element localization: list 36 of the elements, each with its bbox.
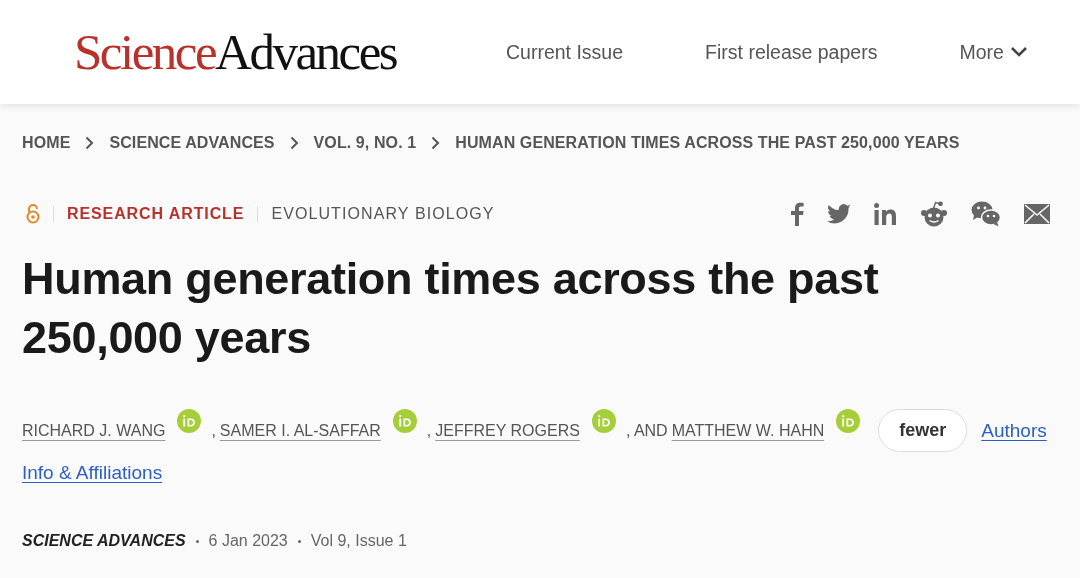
bird-icon[interactable] <box>827 204 851 224</box>
authors-link[interactable]: Authors <box>981 419 1047 442</box>
chat-bubbles-icon[interactable] <box>971 201 1001 227</box>
chevron-down-icon <box>1009 46 1028 58</box>
article-title: Human generation times across the past 250,000 years <box>22 252 880 365</box>
subject-label[interactable]: EVOLUTIONARY BIOLOGY <box>271 205 495 223</box>
open-access-icon <box>26 204 40 224</box>
logo-text[interactable]: Science <box>74 26 216 78</box>
author-separator: , <box>426 421 432 440</box>
linkedin-icon[interactable] <box>874 203 897 225</box>
chevron-right-icon <box>431 136 441 150</box>
publication-date: 6 Jan 2023 <box>208 532 288 550</box>
issue-label: Vol 9, Issue 1 <box>310 532 407 550</box>
reddit-icon[interactable] <box>920 201 948 227</box>
breadcrumb-link[interactable]: VOL. 9, NO. 1 <box>313 134 417 152</box>
affiliations-link[interactable]: Info & Affiliations <box>22 462 163 484</box>
chevron-right-icon <box>85 136 95 150</box>
author-link[interactable]: RICHARD J. WANG <box>22 421 166 440</box>
journal-name: SCIENCE ADVANCES <box>22 532 186 550</box>
nav-link[interactable]: First release papers <box>705 40 878 64</box>
logo-text[interactable]: Advances <box>215 26 397 78</box>
facebook-icon[interactable] <box>790 202 804 226</box>
author-link[interactable]: SAMER I. AL-SAFFAR <box>219 421 381 440</box>
article-type[interactable]: RESEARCH ARTICLE <box>67 205 245 223</box>
envelope-icon[interactable] <box>1024 204 1050 224</box>
nav-link[interactable]: Current Issue <box>506 40 624 64</box>
chevron-right-icon <box>289 136 299 150</box>
author-link[interactable]: MATTHEW W. HAHN <box>671 421 825 440</box>
breadcrumb-link[interactable]: HOME <box>22 134 71 152</box>
more-menu[interactable]: More <box>959 40 1028 64</box>
breadcrumb-link[interactable]: SCIENCE ADVANCES <box>109 134 275 152</box>
author-link[interactable]: JEFFREY ROGERS <box>435 421 580 440</box>
fewer-button[interactable]: fewer <box>878 409 968 452</box>
author-separator: , <box>211 421 216 440</box>
author-separator: , AND <box>625 421 668 440</box>
breadcrumb-link[interactable]: HUMAN GENERATION TIMES ACROSS THE PAST 250,000 YEARS <box>455 134 960 152</box>
